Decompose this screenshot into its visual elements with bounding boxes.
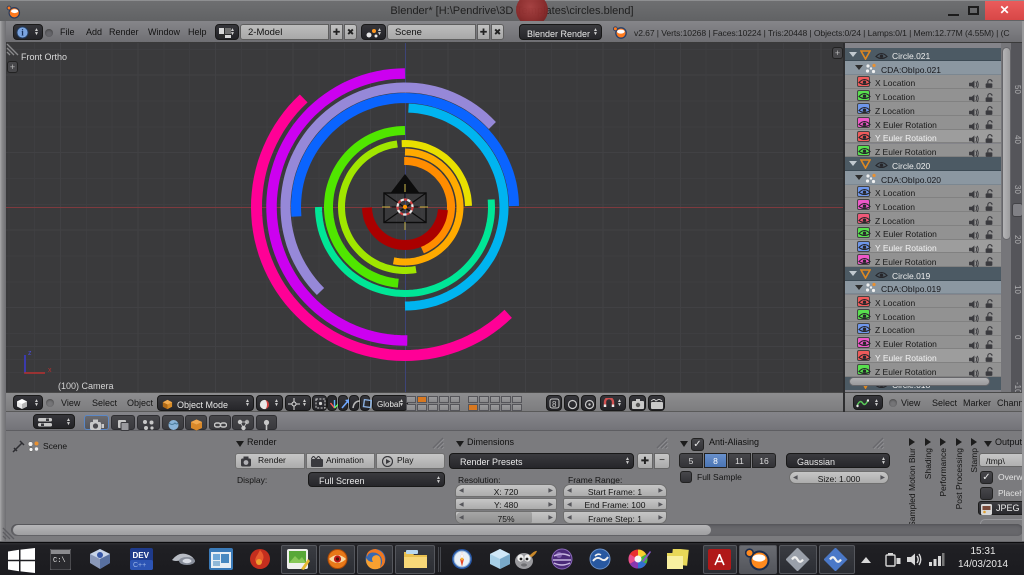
- svg-text:DEV: DEV: [133, 551, 150, 560]
- svg-text:C++: C++: [133, 562, 146, 569]
- svg-text:C:\: C:\: [53, 557, 66, 565]
- svg-text:8: 8: [552, 400, 557, 409]
